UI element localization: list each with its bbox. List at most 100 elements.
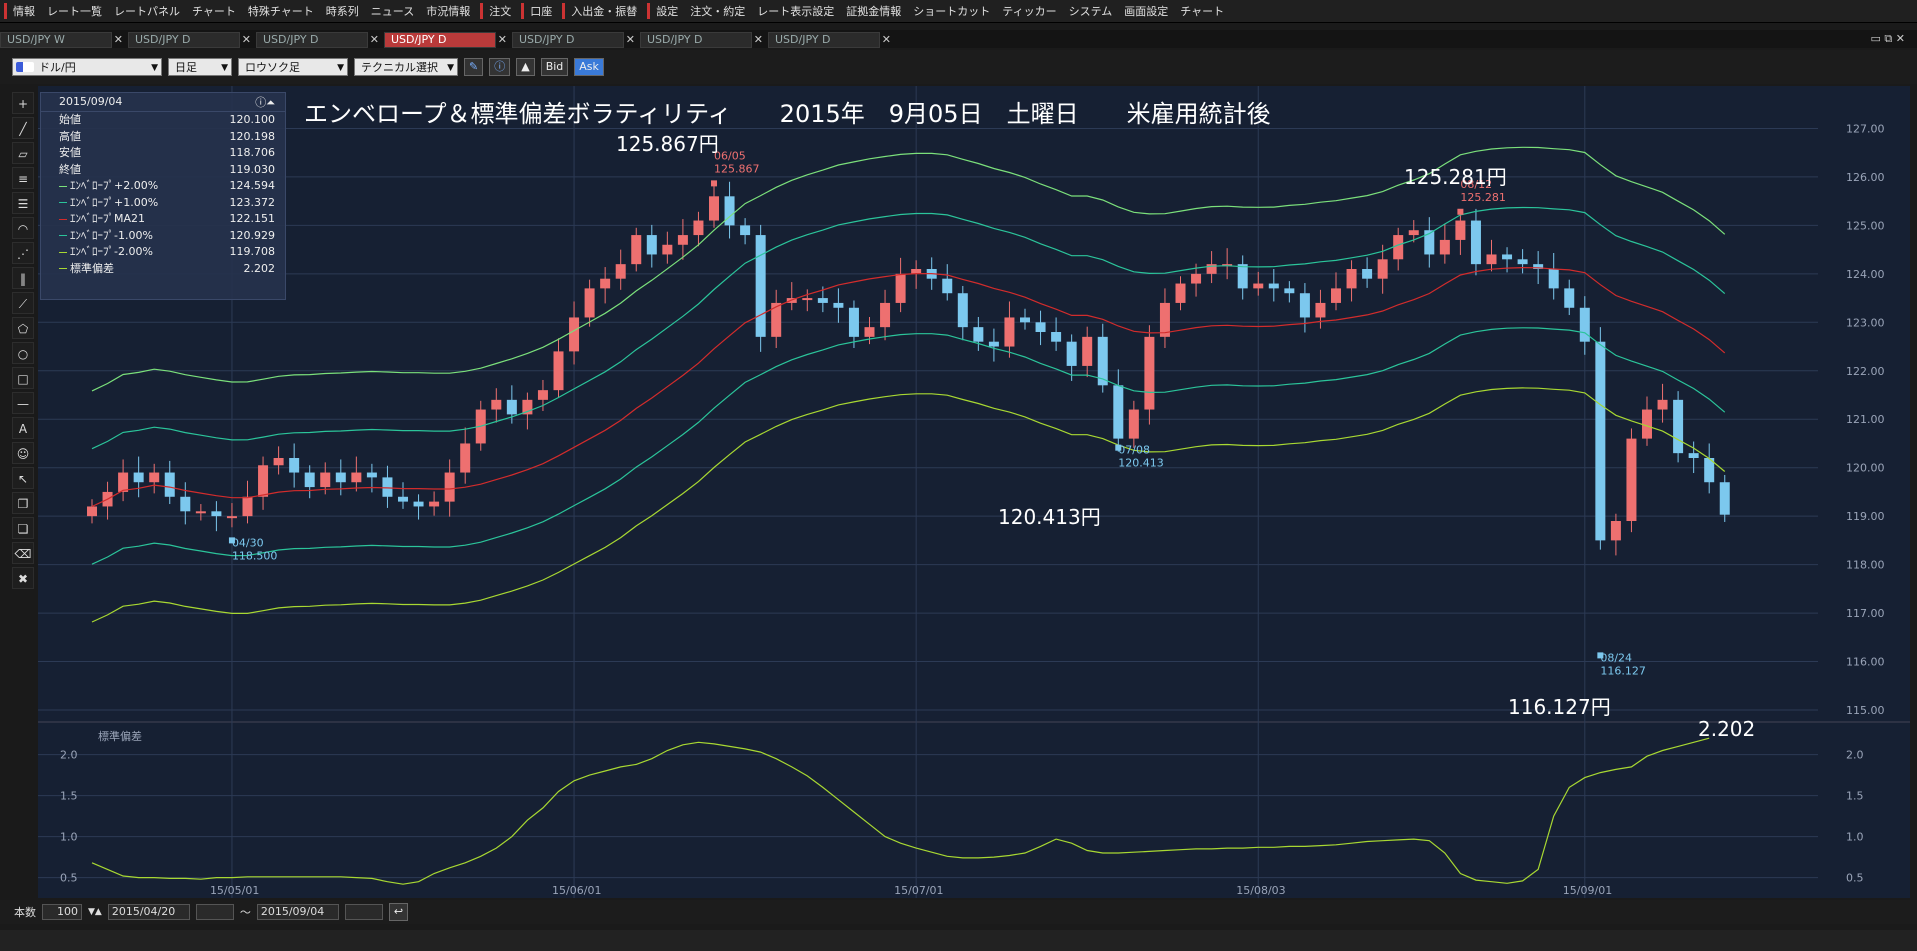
menu-item[interactable]: 特殊チャート <box>242 3 320 19</box>
chart-tab[interactable]: USD/JPY W ✕ <box>0 32 123 48</box>
candle-body <box>133 472 144 483</box>
menu-item[interactable]: 注文 <box>480 3 517 19</box>
info-toggle-icon[interactable]: ⓘ⏶ <box>255 94 275 112</box>
paste-icon[interactable]: ❏ <box>12 517 34 539</box>
menu-item[interactable]: 入出金・振替 <box>562 3 643 19</box>
crosshair-icon[interactable]: + <box>12 92 34 114</box>
close-icon[interactable]: ✕ <box>242 33 251 47</box>
horizontal-lines-icon[interactable]: ≡ <box>12 167 34 189</box>
from-date-field[interactable]: 2015/04/20 <box>107 904 190 920</box>
menu-item[interactable]: 時系列 <box>320 3 365 19</box>
hline-icon[interactable]: — <box>12 392 34 414</box>
info-row-value: 119.030 <box>229 162 276 176</box>
menu-item[interactable]: チャート <box>1174 3 1230 19</box>
ask-button[interactable]: Ask <box>574 58 604 76</box>
circle-icon[interactable]: ○ <box>12 342 34 364</box>
count-field[interactable]: 100 <box>42 904 82 920</box>
menu-item[interactable]: 市況情報 <box>420 3 476 19</box>
text-icon[interactable]: A <box>12 417 34 439</box>
candle-body <box>164 472 175 497</box>
from-time-field[interactable] <box>195 904 234 920</box>
series-swatch <box>59 202 67 203</box>
trendline-icon[interactable]: ╱ <box>12 117 34 139</box>
chart-area[interactable]: 128.00 127.00 126.00 125.00 124.00 123.00 122.… <box>38 74 1910 898</box>
info-row-value: 2.202 <box>243 261 276 275</box>
info-date: 2015/09/04 ⓘ⏶ <box>41 93 285 112</box>
close-icon[interactable]: ✕ <box>114 33 123 47</box>
candle-body <box>553 351 564 391</box>
erase-all-icon[interactable]: ✖ <box>12 567 34 589</box>
annotation-value: 125.281 <box>1460 191 1506 204</box>
technical-select[interactable]: テクニカル選択 ▼ <box>354 58 458 76</box>
window-controls[interactable]: ▭ ⧉ ✕ <box>1871 32 1905 46</box>
close-icon[interactable]: ✕ <box>498 33 507 47</box>
annotation-price: 125.281円 <box>1404 165 1507 189</box>
mountain-chart-icon[interactable]: ▲ <box>516 58 535 76</box>
sd-tick-label-left: 2.0 <box>60 749 78 762</box>
bid-button[interactable]: Bid <box>540 58 569 76</box>
chart-tab[interactable]: USD/JPY D ✕ <box>768 32 891 48</box>
chart-tab[interactable]: USD/JPY D ✕ <box>128 32 251 48</box>
candle-body <box>1610 521 1621 541</box>
menu-item[interactable]: 口座 <box>521 3 558 19</box>
emoji-icon[interactable]: ☺ <box>12 442 34 464</box>
to-date-field[interactable]: 2015/09/04 <box>256 904 339 920</box>
candle-body <box>1191 273 1202 284</box>
arc-icon[interactable]: ◠ <box>12 217 34 239</box>
menu-item[interactable]: 情報 <box>4 3 41 19</box>
close-icon[interactable]: ✕ <box>882 33 891 47</box>
menu-item[interactable]: 画面設定 <box>1118 3 1174 19</box>
info-icon[interactable]: ⓘ <box>489 58 511 76</box>
time-tick-label: 15/08/03 <box>1236 884 1285 897</box>
rectangle-icon[interactable]: □ <box>12 367 34 389</box>
chart-tab[interactable]: USD/JPY D ✕ <box>256 32 379 48</box>
menu-item[interactable]: ショートカット <box>907 3 996 19</box>
price-tick-label: 125.00 <box>1846 219 1885 232</box>
fibonacci-icon[interactable]: ☰ <box>12 192 34 214</box>
gann-icon[interactable]: ⟋ <box>12 292 34 314</box>
pentagon-icon[interactable]: ⬠ <box>12 317 34 339</box>
eraser-icon[interactable]: ⌫ <box>12 542 34 564</box>
pair-select[interactable]: ドル/円 ▼ <box>12 58 162 76</box>
menu-item[interactable]: レートパネル <box>108 3 186 19</box>
info-row-label: ｴﾝﾍﾞﾛｰﾌﾟMA21 <box>70 212 146 225</box>
chart-svg: 128.00 127.00 126.00 125.00 124.00 123.00 122.… <box>38 74 1910 898</box>
fan-icon[interactable]: ⋰ <box>12 242 34 264</box>
close-icon[interactable]: ✕ <box>370 33 379 47</box>
ruler-icon[interactable]: ▱ <box>12 142 34 164</box>
candle-body <box>693 220 704 236</box>
vertical-lines-icon[interactable]: ‖ <box>12 267 34 289</box>
price-tick-label: 128.00 <box>1846 86 1885 87</box>
candle-body <box>1502 254 1513 260</box>
candle-body <box>118 472 129 492</box>
menu-item[interactable]: システム <box>1063 3 1119 19</box>
series-swatch <box>59 235 67 236</box>
to-time-field[interactable] <box>344 904 383 920</box>
chart-tab[interactable]: USD/JPY D ✕ <box>512 32 635 48</box>
info-row: 安値 118.706 <box>41 145 285 162</box>
refresh-icon[interactable]: ↩ <box>388 903 409 921</box>
menu-item[interactable]: 注文・約定 <box>684 3 751 19</box>
menu-item[interactable]: ニュース <box>365 3 420 19</box>
close-icon[interactable]: ✕ <box>626 33 635 47</box>
sd-tick-label: 0.5 <box>1846 872 1864 885</box>
menu-item[interactable]: 証拠金情報 <box>840 3 907 19</box>
cursor-icon[interactable]: ↖ <box>12 467 34 489</box>
period-select[interactable]: 日足 ▼ <box>168 58 232 76</box>
chart-tab[interactable]: USD/JPY D ✕ <box>384 32 507 48</box>
pen-icon[interactable]: ✎ <box>464 58 484 76</box>
menu-item[interactable]: レート表示設定 <box>751 3 840 19</box>
menu-item[interactable]: チャート <box>186 3 242 19</box>
price-tick-label: 119.00 <box>1846 510 1885 523</box>
chart-tab[interactable]: USD/JPY D ✕ <box>640 32 763 48</box>
chart-style-select[interactable]: ロウソク足 ▼ <box>238 58 348 76</box>
info-row-value: 120.198 <box>229 129 276 143</box>
menu-item[interactable]: レート一覧 <box>41 3 108 19</box>
stepper-icon[interactable]: ▼▲ <box>88 907 102 917</box>
menu-item[interactable]: ティッカー <box>996 3 1062 19</box>
menu-bar: 情報 レート一覧 レートパネル チャート 特殊チャート 時系列 ニュース 市況情報 注文 口座 入出… <box>0 0 1917 23</box>
copy-icon[interactable]: ❐ <box>12 492 34 514</box>
time-tick-label: 15/09/01 <box>1563 884 1612 897</box>
close-icon[interactable]: ✕ <box>754 33 763 47</box>
menu-item[interactable]: 設定 <box>647 3 684 19</box>
